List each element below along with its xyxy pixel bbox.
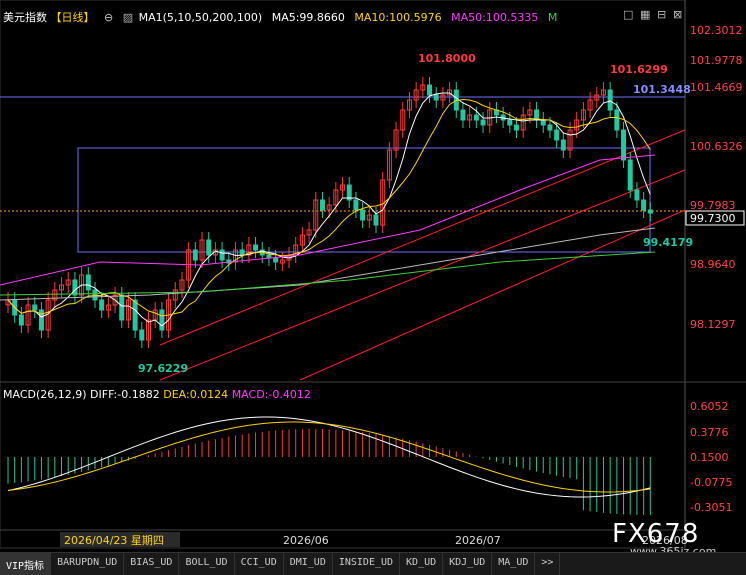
candle-body [554,129,560,141]
m-flag: M [547,11,558,24]
candle-body [206,239,212,256]
candle-body [507,119,513,126]
macd-name: MACD(26,12,9) [3,388,87,401]
low-label-1: 97.6229 [138,362,188,375]
ma200-line [0,251,656,296]
ma50-value: MA50:100.5335 [451,11,539,24]
tab-cci-ud[interactable]: CCI_UD [235,553,284,575]
tab-ma-ud[interactable]: MA_UD [492,553,536,575]
candle-body [219,249,225,261]
candle-body [239,249,245,256]
candle-body [647,209,653,214]
current-price-label: 99.7300 [690,212,736,225]
macd-tick: 0.6052 [690,400,729,413]
range-box [77,147,651,253]
channel-line-upper [159,129,686,346]
low-label-2: 99.4179 [643,236,693,249]
candle-body [273,257,279,263]
tab--[interactable]: >> [535,553,561,575]
tab-dmi-ud[interactable]: DMI_UD [284,553,333,575]
candle-body [85,274,91,291]
channel-line-middle [159,169,686,381]
candle-body [319,199,325,211]
candle-body [32,304,38,311]
macd-header: MACD(26,12,9) DIFF:-0.1882 DEA:0.0124 MA… [3,388,311,401]
window-close-icon[interactable]: ⊠ [673,8,682,21]
ma50-line [0,154,656,286]
candle-body [634,189,640,201]
macd-value: MACD:-0.4012 [231,388,311,401]
candle-body [560,139,566,151]
price-tick: 98.1297 [690,318,736,331]
candle-body [159,309,165,331]
macd-dea: DEA:0.0124 [163,388,229,401]
macd-tick: -0.3051 [690,501,732,514]
price-tick: 99.7983 [690,199,736,212]
ma10-value: MA10:100.5976 [354,11,442,24]
tab-bias-ud[interactable]: BIAS_UD [124,553,180,575]
candle-body [480,119,486,126]
price-tick: 101.9778 [690,54,743,67]
tab-kdj-ud[interactable]: KDJ_UD [443,553,493,575]
candle-body [18,314,24,326]
candle-body [614,109,620,131]
candle-body [473,114,479,121]
candle-body [253,244,259,251]
chart-canvas[interactable]: 102.3012101.9778101.4669100.632699.79839… [0,0,746,574]
candle-body [513,124,519,131]
candle-body [460,109,466,121]
candle-body [119,294,125,321]
macd-tick: 0.1500 [690,451,729,464]
ma5-value: MA5:99.8660 [271,11,345,24]
tab-inside-ud[interactable]: INSIDE_UD [333,553,401,575]
chart-frame [0,0,686,549]
candle-body [192,249,198,261]
ma-name: MA1(5,10,50,200,100) [138,11,263,24]
date-label-jul: 2026/07 [455,534,501,547]
settings-icon[interactable]: ⊖ [104,11,113,24]
price-tick: 98.9640 [690,258,736,271]
tab-barupdn-ud[interactable]: BARUPDN_UD [51,553,125,575]
candle-body [641,199,647,211]
macd-tick: -0.0775 [690,476,732,489]
candle-body [139,329,145,341]
indicator-icon[interactable]: ▨ [123,11,133,24]
tab-kd-ud[interactable]: KD_UD [400,553,444,575]
macd-diff: DIFF:-0.1882 [90,388,160,401]
candle-body [373,214,379,226]
candle-body [99,299,105,311]
candle-body [621,129,627,161]
price-tick: 101.4669 [690,81,743,94]
high-label-2: 101.6299 [610,63,668,76]
high-label-1: 101.8000 [418,52,476,65]
candle-body [353,199,359,211]
ma100-line [0,227,656,301]
window-minimize-icon[interactable]: ⊟ [657,8,666,21]
candle-body [433,94,439,101]
candle-body [547,124,553,131]
price-tick: 100.6326 [690,140,743,153]
window-box-icon[interactable]: □ [623,8,633,21]
price-tick: 102.3012 [690,24,743,37]
candle-body [132,299,138,331]
candle-body [540,119,546,126]
tab-vip-[interactable]: VIP指标 [0,553,52,575]
candle-body [607,89,613,111]
macd-diff-line [7,416,651,498]
cursor-date-label: 2026/04/23 星期四 [64,534,164,547]
chart-header: 美元指数 【日线】 ⊖ ▨ MA1(5,10,50,200,100) MA5:9… [3,9,563,25]
resistance-label: 101.3448 [633,83,691,96]
candle-body [427,84,433,96]
candle-body [627,159,633,191]
channel-line-lower [299,209,686,381]
period-label[interactable]: 【日线】 [51,11,95,24]
macd-tick: 0.3776 [690,426,729,439]
date-label-jun: 2026/06 [283,534,329,547]
window-grid-icon[interactable]: ▦ [640,8,650,21]
symbol-name: 美元指数 [3,11,47,24]
tab-boll-ud[interactable]: BOLL_UD [179,553,235,575]
candle-body [72,279,78,296]
indicator-tab-bar: VIP指标 BARUPDN_UD BIAS_UD BOLL_UD CCI_UD DMI_U… [0,552,746,575]
candle-body [360,209,366,221]
